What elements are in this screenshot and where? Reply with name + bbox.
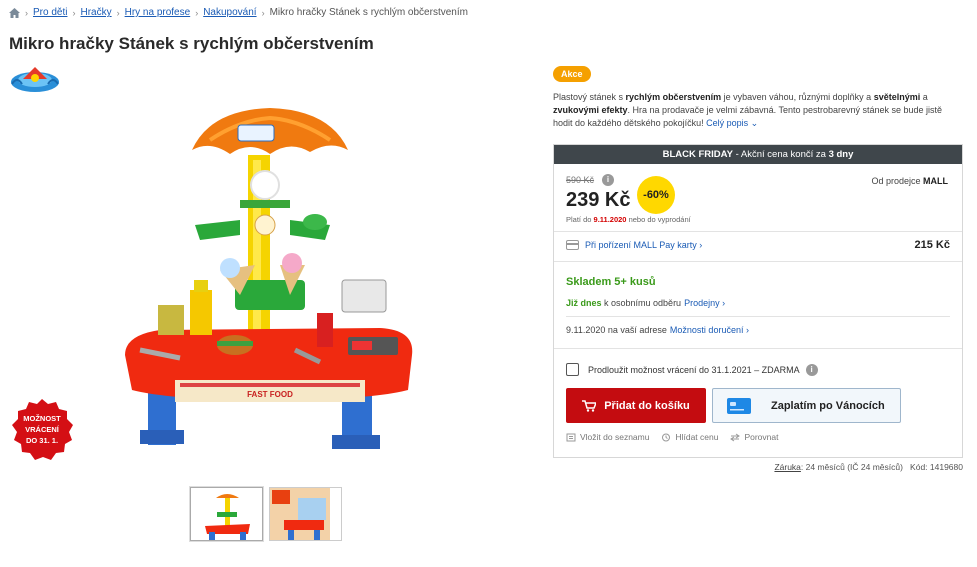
pickup-text: k osobnímu odběru [601,298,682,308]
pay-after-christmas-label: Zaplatím po Vánocích [771,399,885,412]
info-icon[interactable]: i [602,174,614,186]
add-to-cart-label: Přidat do košíku [604,399,690,412]
breadcrumb-separator: › [195,7,199,18]
current-price: 239 Kč [566,189,631,211]
home-icon[interactable] [9,7,20,18]
product-image[interactable]: FAST FOOD [120,100,420,470]
chevron-right-icon: › [722,298,726,308]
watch-icon [662,433,671,441]
thumbnail-strip [190,487,342,541]
full-description-label: Celý popis [706,118,749,128]
stores-link[interactable]: Prodejny › [684,298,725,308]
chevron-right-icon: › [745,325,749,335]
add-to-cart-button[interactable]: Přidat do košíku [566,388,706,423]
return-badge: MOŽNOST VRÁCENÍ DO 31. 1. [9,397,75,463]
description-text: je vybaven váhou, různými doplňky a [721,92,874,102]
description-bold: zvukovými efekty [553,105,628,115]
pickup-today: Již dnes [566,298,602,308]
mallpay-label: Při pořízení MALL Pay karty [585,240,697,250]
black-friday-text: - Akční cena končí za [732,149,829,160]
pay-after-christmas-button[interactable]: Zaplatím po Vánocích [712,388,901,423]
sale-tag: Akce [553,66,591,82]
product-description: Plastový stánek s rychlým občerstvením j… [553,91,963,130]
delivery-info: 9.11.2020 na vaší adrese Možnosti doručen… [566,325,749,335]
delivery-options-label: Možnosti doručení [669,325,744,335]
divider [566,316,950,317]
black-friday-days: 3 dny [828,149,854,160]
warranty-text: : 24 měsíců (IČ 24 měsíců) [800,462,903,472]
mallpay-price: 215 Kč [914,239,950,251]
description-text: Plastový stánek s [553,92,626,102]
return-badge-line2: VRÁCENÍ [25,425,60,434]
brand-logo[interactable] [8,64,62,94]
product-image-label: FAST FOOD [247,390,293,399]
stores-label: Prodejny [684,298,720,308]
warranty-link[interactable]: Záruka [774,462,800,472]
breadcrumb: › Pro děti › Hračky › Hry na profese › N… [9,7,468,18]
return-badge-line3: DO 31. 1. [26,436,58,445]
valid-prefix: Platí do [566,215,594,224]
breadcrumb-link-hracky[interactable]: Hračky [80,7,111,18]
divider [554,261,962,262]
black-friday-banner: BLACK FRIDAY - Akční cena končí za 3 dny [554,145,962,164]
delivery-text: 9.11.2020 na vaší adrese [566,325,667,335]
thumbnail-2[interactable] [269,487,342,541]
watch-price-link[interactable]: Hlídat cenu [661,432,718,442]
breadcrumb-separator: › [116,7,120,18]
seller-name: MALL [923,176,948,186]
card-icon [566,240,579,250]
breadcrumb-link-nakupovani[interactable]: Nakupování [203,7,256,18]
black-friday-label: BLACK FRIDAY [662,149,733,160]
divider [554,348,962,349]
compare-label: Porovnat [744,432,779,442]
breadcrumb-current: Mikro hračky Stánek s rychlým občerstven… [269,7,468,18]
return-badge-line1: MOŽNOST [23,414,61,423]
wishlist-icon [566,433,576,441]
discount-badge: -60% [637,176,675,214]
chevron-right-icon: › [699,240,703,250]
warranty-info: Záruka: 24 měsíců (IČ 24 měsíců) Kód: 14… [774,462,963,472]
product-actions: Vložit do seznamu Hlídat cenu Porovnat [566,432,778,442]
compare-link[interactable]: Porovnat [730,432,778,442]
valid-suffix: nebo do vyprodání [626,215,691,224]
extend-return-row: Prodloužit možnost vrácení do 31.1.2021 … [566,363,818,376]
page-title: Mikro hračky Stánek s rychlým občerstven… [9,34,374,53]
offer-box: BLACK FRIDAY - Akční cena končí za 3 dny… [553,144,963,458]
description-text: a [920,92,928,102]
cart-icon [582,399,597,412]
delivery-options-link[interactable]: Možnosti doručení › [670,325,749,335]
breadcrumb-link-hry-na-profese[interactable]: Hry na profese [125,7,191,18]
mallpay-link[interactable]: Při pořízení MALL Pay karty › [585,240,702,250]
wishlist-label: Vložit do seznamu [580,432,650,442]
thumbnail-1[interactable] [190,487,263,541]
price-valid-until: Platí do 9.11.2020 nebo do vyprodání [566,215,691,224]
compare-icon [730,433,741,441]
watch-label: Hlídat cenu [675,432,719,442]
paycard-icon [727,397,751,414]
breadcrumb-link-pro-deti[interactable]: Pro děti [33,7,67,18]
mallpay-row: Při pořízení MALL Pay karty › 215 Kč [566,239,950,251]
full-description-link[interactable]: Celý popis ⌄ [706,118,758,128]
info-icon[interactable]: i [805,363,818,376]
old-price: 590 Kč [566,175,595,185]
breadcrumb-separator: › [72,7,76,18]
pickup-info: Již dnes k osobnímu odběru Prodejny › [566,298,725,308]
description-bold: světelnými [873,92,921,102]
seller-prefix: Od prodejce [871,176,923,186]
description-bold: rychlým občerstvením [625,92,722,102]
divider [554,231,962,232]
valid-date: 9.11.2020 [593,215,627,224]
extend-return-checkbox[interactable] [566,363,579,376]
product-code: Kód: 1419680 [910,462,963,472]
breadcrumb-separator: › [25,7,28,18]
breadcrumb-separator: › [261,7,265,18]
chevron-down-icon: ⌄ [750,118,759,128]
extend-return-label[interactable]: Prodloužit možnost vrácení do 31.1.2021 … [588,365,800,375]
add-to-wishlist-link[interactable]: Vložit do seznamu [566,432,649,442]
seller-info: Od prodejce MALL [871,176,948,186]
stock-status: Skladem 5+ kusů [566,276,656,288]
